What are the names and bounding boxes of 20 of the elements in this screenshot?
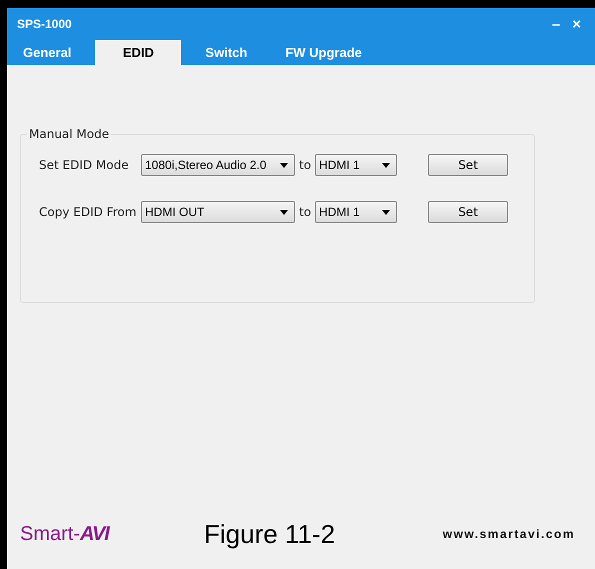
group-title: Manual Mode xyxy=(28,127,110,141)
logo: Smart-AVI xyxy=(20,522,111,546)
tab[interactable]: EDID xyxy=(95,40,182,65)
caret-icon xyxy=(382,162,390,168)
dropdown[interactable]: HDMI 1 xyxy=(315,201,398,223)
to-label: to xyxy=(299,205,312,219)
to-label: to xyxy=(299,158,312,172)
caret-icon xyxy=(280,210,288,214)
figure-caption: Figure 11-2 xyxy=(204,518,336,550)
row-label: Copy EDID From xyxy=(39,205,138,219)
caret-icon xyxy=(382,210,390,214)
dropdown[interactable]: HDMI OUT xyxy=(141,201,295,223)
set-button[interactable]: Set xyxy=(428,201,508,223)
dropdown[interactable]: 1080i,Stereo Audio 2.0 xyxy=(141,154,295,176)
dropdown[interactable]: HDMI 1 xyxy=(315,154,398,176)
set-button[interactable]: Set xyxy=(428,154,508,176)
website-url: www.smartavi.com xyxy=(442,527,575,541)
row-label: Set EDID Mode xyxy=(39,158,130,172)
caret-icon xyxy=(280,162,288,168)
window-title: SPS-1000 xyxy=(17,17,73,31)
